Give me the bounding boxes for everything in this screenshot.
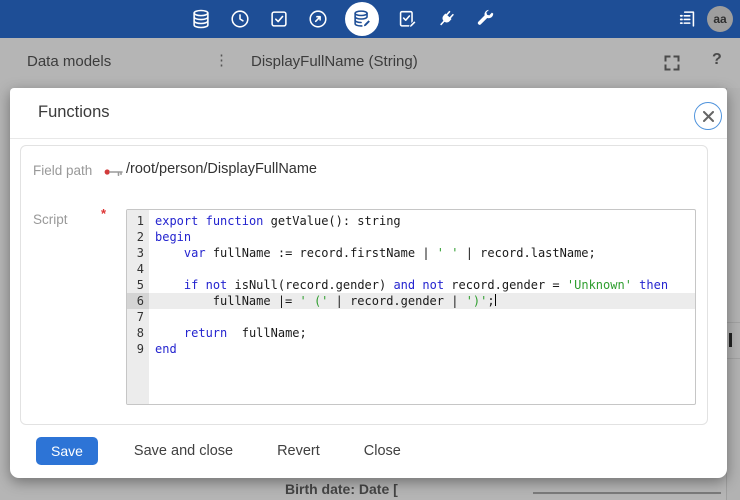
page-title: DisplayFullName (String) [251,53,418,70]
code-line-5[interactable]: if not isNull(record.gender) and not rec… [149,277,695,293]
dashboard-gauge-icon[interactable] [306,8,329,31]
line-number: 9 [127,341,149,357]
text-cursor [495,294,496,306]
tasks-check-icon[interactable] [267,8,290,31]
dialog-button-row: Save Save and close Revert Close [36,437,409,465]
help-icon[interactable]: ? [712,51,722,69]
top-nav-right-group: aa [675,0,733,38]
code-line-6[interactable]: fullName |= ' (' | record.gender | ')'; [149,293,695,309]
function-editor-card: Field path /root/person/DisplayFullName … [20,145,708,425]
save-button[interactable]: Save [36,437,98,465]
line-number: 7 [127,309,149,325]
field-path-value: /root/person/DisplayFullName [126,161,317,177]
kebab-menu-icon[interactable]: ⋮ [214,51,229,69]
code-line-4[interactable] [149,261,695,277]
forms-edit-icon[interactable] [395,8,418,31]
top-nav-icon-group [189,0,496,38]
fullscreen-icon[interactable] [663,54,681,72]
field-path-label: Field path [33,163,92,178]
close-dialog-button[interactable] [694,102,722,130]
background-form-text: Birth date: Date [ [285,481,398,497]
background-separator [727,322,740,323]
code-line-3[interactable]: var fullName := record.firstName | ' ' |… [149,245,695,261]
background-separator [727,358,740,359]
line-number: 1 [127,213,149,229]
save-and-close-button[interactable]: Save and close [126,437,241,465]
page-header-dimmed: Data models ⋮ DisplayFullName (String) ? [0,38,740,88]
editor-gutter: 123456789 [127,210,149,404]
editor-lines[interactable]: export function getValue(): stringbegin … [149,210,695,404]
header-divider [10,138,727,139]
required-marker: * [101,206,106,221]
script-label: Script [33,212,68,227]
code-line-2[interactable]: begin [149,229,695,245]
close-icon [703,111,714,122]
line-number: 2 [127,229,149,245]
background-form-underline [533,492,721,494]
close-button[interactable]: Close [356,437,409,465]
plug-integrations-icon[interactable] [434,8,457,31]
line-number: 6 [127,293,149,309]
revert-button[interactable]: Revert [269,437,328,465]
data-models-edit-icon-active[interactable] [345,2,379,36]
dialog-title: Functions [38,103,110,122]
audit-list-icon[interactable] [675,8,698,31]
user-avatar[interactable]: aa [707,6,733,32]
database-icon[interactable] [189,8,212,31]
clock-icon[interactable] [228,8,251,31]
line-number: 3 [127,245,149,261]
code-line-1[interactable]: export function getValue(): string [149,213,695,229]
wrench-tools-icon[interactable] [473,8,496,31]
code-line-9[interactable]: end [149,341,695,357]
key-icon [103,166,125,184]
code-line-8[interactable]: return fullName; [149,325,695,341]
line-number: 5 [127,277,149,293]
line-number: 8 [127,325,149,341]
functions-dialog: Functions Field path /root/person/Displa… [10,88,727,478]
script-code-editor[interactable]: 123456789 export function getValue(): st… [126,209,696,405]
top-navigation-bar: aa [0,0,740,38]
background-scrollbar-track [726,88,740,500]
line-number: 4 [127,261,149,277]
code-line-7[interactable] [149,309,695,325]
background-scrollbar-thumb[interactable] [729,333,732,347]
breadcrumb-section[interactable]: Data models [27,53,111,70]
